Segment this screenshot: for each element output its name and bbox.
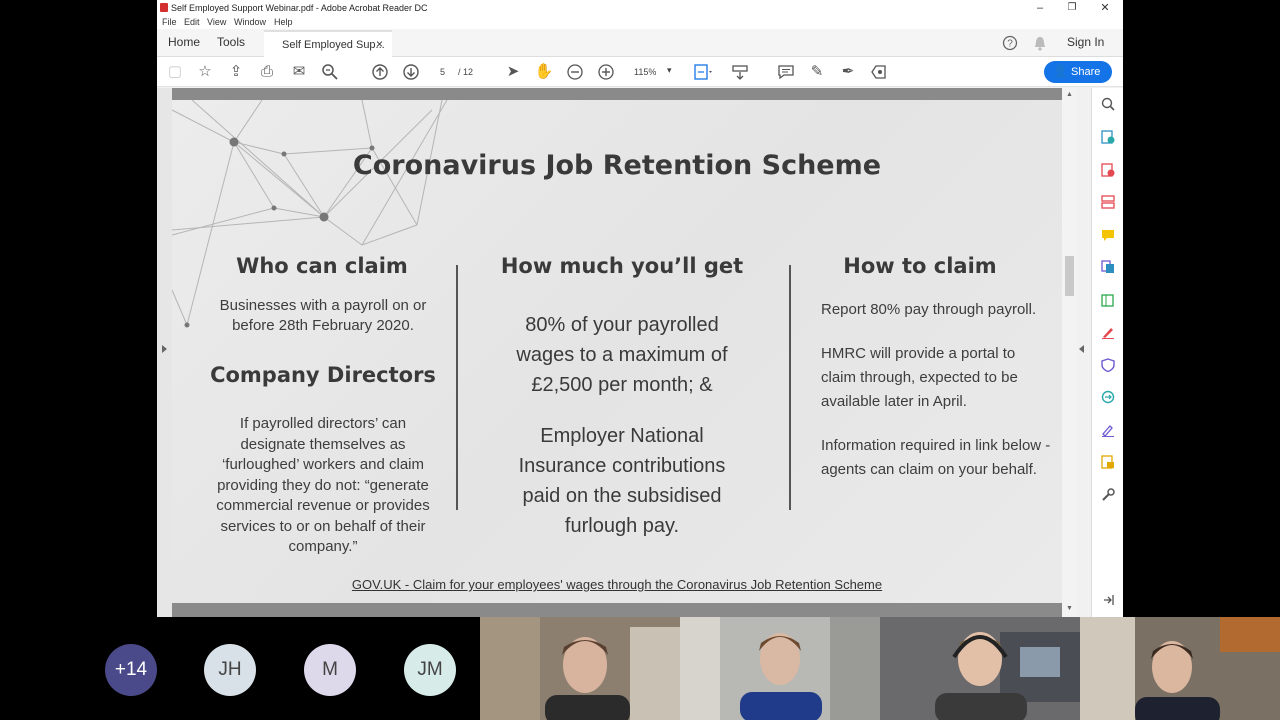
- scrolling-mode-icon[interactable]: [731, 63, 749, 81]
- fill-sign-icon[interactable]: [1101, 325, 1115, 339]
- col3-info-text: Information required in link below - age…: [821, 437, 1051, 478]
- comment-icon[interactable]: [777, 63, 795, 81]
- participant-avatar-m[interactable]: M: [304, 644, 356, 696]
- col3-heading-how-to-claim: How to claim: [843, 254, 997, 278]
- col1-heading-company-directors: Company Directors: [210, 363, 436, 387]
- col1-heading-who-can-claim: Who can claim: [236, 254, 408, 278]
- participant-video-4[interactable]: [1080, 617, 1280, 720]
- menu-edit[interactable]: Edit: [184, 17, 200, 27]
- search-icon[interactable]: [1101, 97, 1115, 111]
- email-icon[interactable]: ✉: [289, 62, 309, 82]
- select-cursor-icon[interactable]: ➤: [503, 62, 523, 82]
- stamp-icon[interactable]: [1101, 455, 1115, 469]
- svg-text:?: ?: [1007, 39, 1013, 50]
- zoom-in-icon[interactable]: [597, 63, 615, 81]
- participant-avatar-jh[interactable]: JH: [204, 644, 256, 696]
- next-page-icon[interactable]: [402, 63, 420, 81]
- sign-pen-icon[interactable]: ✒: [838, 62, 858, 82]
- col1-eligibility-text: Businesses with a payroll on or before 2…: [219, 297, 427, 334]
- col3-payroll-text: Report 80% pay through payroll.: [821, 301, 1037, 318]
- collapse-pane-icon[interactable]: [1101, 593, 1115, 607]
- zoom-dropdown-chevron-icon[interactable]: ▾: [667, 65, 672, 76]
- more-tools-icon[interactable]: [869, 63, 887, 81]
- combine-files-icon[interactable]: [1101, 260, 1115, 274]
- page-fit-icon[interactable]: [693, 63, 715, 81]
- save-icon[interactable]: ▢: [165, 62, 185, 82]
- menu-help[interactable]: Help: [274, 17, 293, 27]
- menu-view[interactable]: View: [207, 17, 226, 27]
- edit-pdf-icon[interactable]: [1101, 293, 1115, 307]
- hand-tool-icon[interactable]: ✋: [534, 62, 554, 82]
- tab-document[interactable]: Self Employed Sup... ×: [264, 30, 392, 57]
- window-title: Self Employed Support Webinar.pdf - Adob…: [171, 3, 428, 13]
- slide-title: Coronavirus Job Retention Scheme: [352, 150, 882, 181]
- acrobat-window: Self Employed Support Webinar.pdf - Adob…: [157, 0, 1123, 617]
- share-button-label: Share: [1071, 66, 1101, 78]
- tab-home[interactable]: Home: [168, 35, 200, 49]
- zoom-out-icon[interactable]: [566, 63, 584, 81]
- govuk-link[interactable]: GOV.UK - Claim for your employees' wages…: [172, 577, 1062, 592]
- scrollbar-thumb[interactable]: [1065, 256, 1074, 296]
- menu-window[interactable]: Window: [234, 17, 266, 27]
- pdf-slide-page: Coronavirus Job Retention Scheme Who can…: [172, 100, 1062, 603]
- help-icon[interactable]: ?: [1002, 35, 1018, 51]
- column-divider-1: [456, 265, 458, 510]
- tab-tools[interactable]: Tools: [217, 35, 245, 49]
- col1-directors-text: If payrolled directors’ can designate th…: [216, 415, 430, 555]
- tab-document-label: Self Employed Sup...: [282, 39, 385, 51]
- scroll-up-icon[interactable]: ▲: [1066, 91, 1073, 98]
- tab-bar: Home Tools Self Employed Sup... × ? Sign…: [157, 29, 1123, 57]
- column-divider-2: [789, 265, 791, 510]
- participant-avatar-jm[interactable]: JM: [404, 644, 456, 696]
- more-tools-wrench-icon[interactable]: [1101, 488, 1115, 502]
- protect-shield-icon[interactable]: [1101, 358, 1115, 372]
- col2-amount-text: 80% of your payrolled wages to a maximum…: [516, 314, 728, 396]
- send-for-review-icon[interactable]: [1101, 390, 1115, 404]
- bell-icon[interactable]: [1033, 35, 1047, 51]
- col2-ni-text: Employer National Insurance contribution…: [518, 425, 726, 537]
- menu-file[interactable]: File: [162, 17, 177, 27]
- toolbar: ▢ ☆ ⇪ ⎙ ✉ 5 / 12 ➤ ✋ 115% ▾ ✎ ✒ 👤 Share: [157, 57, 1123, 87]
- acrobat-app-icon: [160, 3, 168, 12]
- zoom-level-select[interactable]: 115%: [634, 67, 656, 77]
- participant-video-3[interactable]: [880, 617, 1080, 720]
- page-edge-top: [172, 88, 1062, 100]
- minimize-button[interactable]: –: [1029, 1, 1051, 15]
- zoom-search-icon[interactable]: [321, 63, 339, 81]
- page-edge-bottom: [172, 603, 1062, 617]
- title-bar: Self Employed Support Webinar.pdf - Adob…: [157, 0, 1123, 16]
- vertical-scrollbar[interactable]: ▲ ▼: [1062, 88, 1077, 617]
- close-window-button[interactable]: ✕: [1094, 1, 1116, 15]
- comment-tool-icon[interactable]: [1101, 228, 1115, 242]
- col3-portal-text: HMRC will provide a portal to claim thro…: [821, 345, 1018, 410]
- request-signatures-icon[interactable]: [1101, 423, 1115, 437]
- share-user-icon: 👤: [1053, 64, 1068, 78]
- previous-page-icon[interactable]: [371, 63, 389, 81]
- screen: Self Employed Support Webinar.pdf - Adob…: [0, 0, 1280, 720]
- col2-heading-how-much: How much you’ll get: [500, 254, 744, 278]
- share-button[interactable]: 👤 Share: [1044, 61, 1112, 83]
- bookmark-star-icon[interactable]: ☆: [195, 62, 215, 82]
- export-pdf-icon[interactable]: [1101, 130, 1115, 144]
- right-panel-toggle-icon[interactable]: [1079, 345, 1084, 353]
- tools-pane: [1091, 88, 1123, 617]
- create-pdf-icon[interactable]: [1101, 163, 1115, 177]
- restore-button[interactable]: ❐: [1061, 1, 1083, 15]
- page-total: / 12: [458, 67, 474, 77]
- sign-in-link[interactable]: Sign In: [1067, 35, 1104, 49]
- menu-bar: File Edit View Window Help: [157, 16, 1123, 29]
- more-participants-avatar[interactable]: +14: [105, 644, 157, 696]
- left-panel-toggle-icon[interactable]: [162, 345, 167, 353]
- participant-video-2[interactable]: [680, 617, 880, 720]
- print-icon[interactable]: ⎙: [257, 62, 277, 82]
- page-number-input[interactable]: 5: [440, 67, 445, 77]
- close-tab-icon[interactable]: ×: [376, 37, 383, 51]
- participant-video-1[interactable]: [480, 617, 680, 720]
- organize-pages-icon[interactable]: [1101, 195, 1115, 209]
- scroll-down-icon[interactable]: ▼: [1066, 605, 1073, 612]
- upload-icon[interactable]: ⇪: [226, 62, 246, 82]
- highlight-pen-icon[interactable]: ✎: [807, 62, 827, 82]
- document-viewer[interactable]: Coronavirus Job Retention Scheme Who can…: [157, 88, 1062, 617]
